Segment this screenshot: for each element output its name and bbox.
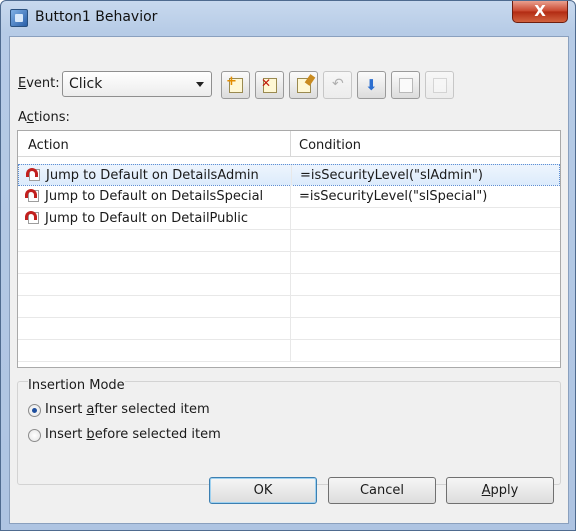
move-up-button[interactable]: ↶ — [323, 71, 352, 99]
jump-action-icon — [25, 211, 41, 225]
column-header-action[interactable]: Action — [18, 131, 291, 157]
jump-action-icon — [25, 189, 41, 203]
action-cell: Jump to Default on DetailPublic — [45, 211, 249, 226]
add-action-button[interactable]: + — [221, 71, 250, 99]
add-document-icon: + — [226, 74, 243, 93]
undo-arrow-icon: ↶ — [332, 76, 344, 92]
ok-button[interactable]: OK — [209, 477, 317, 504]
chevron-down-icon — [196, 82, 204, 87]
empty-row — [18, 252, 560, 274]
paste-button[interactable] — [425, 71, 454, 99]
paste-icon — [433, 78, 447, 93]
condition-cell: =isSecurityLevel("slAdmin") — [300, 168, 483, 183]
down-arrow-icon: ⬇ — [365, 76, 378, 94]
actions-table[interactable]: Action Condition Jump to Default on Deta… — [17, 130, 561, 368]
action-cell: Jump to Default on DetailsSpecial — [45, 189, 264, 204]
cancel-button[interactable]: Cancel — [328, 477, 436, 504]
close-button[interactable]: X — [512, 1, 568, 23]
window-title: Button1 Behavior — [35, 9, 158, 25]
insertion-mode-title: Insertion Mode — [28, 378, 125, 393]
insert-before-radio[interactable] — [28, 429, 41, 442]
column-header-condition[interactable]: Condition — [291, 131, 560, 157]
empty-row — [18, 340, 560, 362]
dialog-client-area: Event: Click + ✕ ↶ ⬇ Actions: Action Con… — [9, 36, 569, 524]
table-row[interactable]: Jump to Default on DetailsSpecial =isSec… — [18, 186, 560, 208]
event-dropdown[interactable]: Click — [62, 71, 212, 97]
empty-row — [18, 318, 560, 340]
edit-action-button[interactable] — [289, 71, 318, 99]
table-row[interactable]: Jump to Default on DetailsAdmin =isSecur… — [18, 164, 560, 186]
actions-label: Actions: — [18, 110, 70, 125]
copy-button[interactable] — [391, 71, 420, 99]
apply-button[interactable]: Apply — [446, 477, 554, 504]
delete-action-button[interactable]: ✕ — [255, 71, 284, 99]
table-row[interactable]: Jump to Default on DetailPublic — [18, 208, 560, 230]
delete-document-icon: ✕ — [261, 76, 277, 93]
title-bar[interactable]: Button1 Behavior X — [1, 1, 575, 35]
copy-icon — [399, 78, 413, 93]
insert-after-label[interactable]: Insert after selected item — [45, 402, 210, 417]
edit-document-icon — [297, 74, 316, 93]
insert-after-radio[interactable] — [28, 404, 41, 417]
empty-row — [18, 230, 560, 252]
condition-cell: =isSecurityLevel("slSpecial") — [299, 189, 488, 204]
dialog-window: Button1 Behavior X Event: Click + ✕ ↶ ⬇ — [0, 0, 576, 531]
move-down-button[interactable]: ⬇ — [357, 71, 386, 99]
event-label: Event: — [18, 76, 60, 91]
empty-row — [18, 296, 560, 318]
insert-before-label[interactable]: Insert before selected item — [45, 427, 221, 442]
jump-action-icon — [26, 168, 42, 182]
app-icon — [10, 9, 28, 27]
empty-row — [18, 274, 560, 296]
action-cell: Jump to Default on DetailsAdmin — [46, 168, 259, 183]
event-selected-value: Click — [69, 76, 103, 92]
